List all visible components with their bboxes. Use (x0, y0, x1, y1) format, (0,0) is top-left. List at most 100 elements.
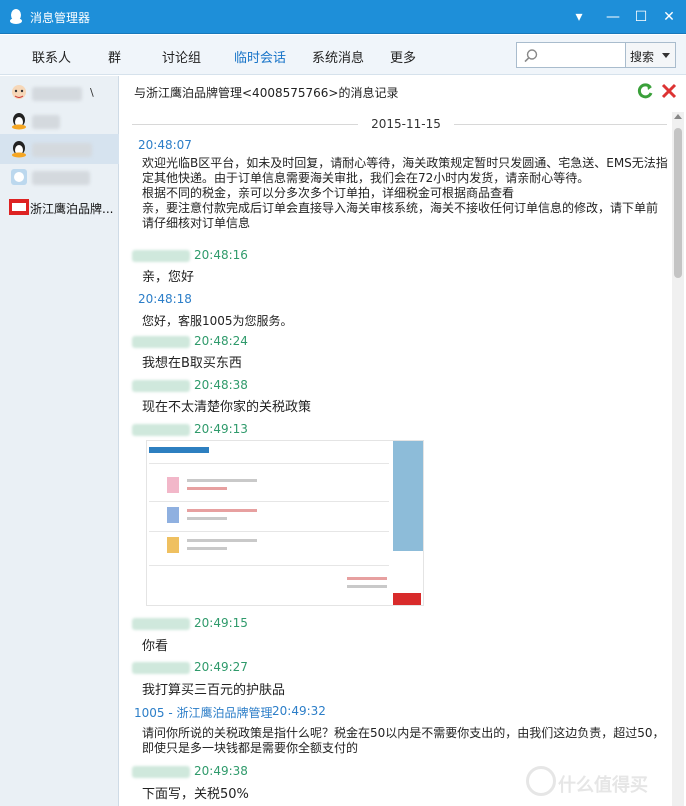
message-time: 20:48:18 (138, 292, 192, 306)
contact-item[interactable]: 浙江鹰泊品牌... (0, 192, 119, 222)
scroll-up-arrow-icon[interactable] (674, 114, 682, 119)
minimize-button[interactable]: — (602, 7, 624, 27)
message-line: 请仔细核对订单信息 (142, 216, 251, 230)
contact-list: \ 浙江鹰泊品牌... (0, 76, 119, 806)
image-row-line (149, 463, 389, 464)
message-line: 定其他快递。由于订单信息需要海关审批，我们会在72小时内发货，请亲耐心等待。 (142, 171, 590, 185)
conversation-header: 与浙江鹰泊品牌管理<4008575766>的消息记录 (134, 86, 399, 100)
qq-penguin-icon (12, 141, 26, 158)
toolbar: 联系人 群 讨论组 临时会话 系统消息 更多 搜索 (0, 35, 686, 75)
date-label: 2015-11-15 (371, 117, 441, 131)
title-bar: 消息管理器 ▾ — ☐ ✕ (0, 0, 686, 34)
product-thumb (167, 507, 179, 523)
message-time: 20:49:15 (194, 616, 248, 630)
message-line: 即使只是多一块钱都是需要你全额支付的 (142, 741, 359, 755)
product-thumb (167, 537, 179, 553)
message-body: 你看 (142, 639, 169, 654)
product-thumb (167, 477, 179, 493)
message-line: 亲，要注意付款完成后订单会直接导入海关审核系统，海关不接收任何订单信息的修改，请… (142, 201, 659, 215)
contact-name-suffix: \ (90, 86, 94, 99)
blurred-sender (132, 250, 190, 262)
message-time: 20:49:32 (272, 704, 326, 718)
message-line: 欢迎光临B区平台，如未及时回复，请耐心等待，海关政策规定暂时只发圆通、宅急送、E… (142, 156, 668, 170)
image-header-bar (149, 447, 209, 453)
blurred-sender (132, 662, 190, 674)
image-checkout-button (393, 593, 421, 605)
search-box[interactable] (516, 42, 626, 68)
watermark-logo-icon (526, 766, 556, 796)
tab-temp-sessions[interactable]: 临时会话 (234, 47, 286, 66)
maximize-button[interactable]: ☐ (630, 7, 652, 27)
product-text-line (187, 479, 257, 482)
search-icon (524, 49, 538, 63)
message-body: 请问你所说的关税政策是指什么呢？税金在50以内是不需要你支出的，由我们这边负责，… (142, 726, 665, 756)
tab-groups[interactable]: 群 (108, 47, 121, 66)
blurred-name (32, 171, 90, 185)
message-time: 20:48:38 (194, 378, 248, 392)
tab-discussion-groups[interactable]: 讨论组 (162, 47, 201, 66)
product-text-line (187, 517, 227, 520)
message-time: 20:49:27 (194, 660, 248, 674)
blurred-sender (132, 380, 190, 392)
qq-penguin-icon (12, 113, 26, 130)
product-text-line (347, 577, 387, 580)
image-row-line (149, 501, 389, 502)
message-body: 亲，您好 (142, 270, 195, 285)
image-row-line (149, 531, 389, 532)
product-text-line (347, 585, 387, 588)
image-side-panel (393, 441, 423, 551)
product-text-line (187, 487, 227, 490)
contact-item[interactable] (0, 106, 119, 136)
tab-system-messages[interactable]: 系统消息 (312, 47, 364, 66)
blurred-name (32, 115, 60, 129)
message-sender: 1005 - 浙江鹰泊品牌管理 (134, 706, 273, 720)
message-time: 20:49:13 (194, 422, 248, 436)
search-button[interactable]: 搜索 (626, 42, 676, 68)
watermark: 什么值得买 (526, 762, 686, 802)
message-body: 您好，客服1005为您服务。 (142, 314, 293, 328)
tab-contacts[interactable]: 联系人 (32, 47, 71, 66)
close-button[interactable]: ✕ (658, 7, 680, 27)
window-title: 消息管理器 (30, 11, 91, 25)
contact-item[interactable]: \ (0, 78, 119, 108)
divider (132, 124, 358, 125)
qq-penguin-icon (10, 9, 22, 24)
blurred-sender (132, 336, 190, 348)
globe-avatar-icon (11, 169, 27, 185)
message-body: 我想在B取买东西 (142, 356, 242, 371)
message-body: 下面写，关税50% (142, 787, 249, 802)
blurred-name (32, 143, 92, 157)
tab-more[interactable]: 更多 (390, 47, 416, 66)
message-time: 20:48:24 (194, 334, 248, 348)
delete-icon[interactable] (660, 82, 678, 100)
vertical-scrollbar[interactable] (672, 112, 684, 806)
message-body: 欢迎光临B区平台，如未及时回复，请耐心等待，海关政策规定暂时只发圆通、宅急送、E… (142, 156, 668, 231)
shared-cart-screenshot[interactable] (146, 440, 424, 606)
cartoon-avatar-icon (12, 85, 26, 99)
search-button-label: 搜索 (630, 50, 655, 64)
blurred-sender (132, 424, 190, 436)
message-time: 20:48:07 (138, 138, 192, 152)
search-input[interactable] (543, 46, 623, 64)
message-time: 20:49:38 (194, 764, 248, 778)
refresh-icon[interactable] (636, 82, 654, 100)
message-log-panel: 与浙江鹰泊品牌管理<4008575766>的消息记录 2015-11-15 20… (120, 76, 686, 806)
blurred-name (32, 87, 82, 101)
scrollbar-thumb[interactable] (674, 128, 682, 278)
contact-item-selected[interactable] (0, 134, 119, 164)
image-row-line (149, 565, 389, 566)
product-text-line (187, 547, 227, 550)
contact-name: 浙江鹰泊品牌... (30, 202, 114, 216)
message-body: 现在不太清楚你家的关税政策 (142, 400, 312, 415)
product-text-line (187, 539, 257, 542)
menu-dropdown-button[interactable]: ▾ (568, 7, 590, 27)
chevron-down-icon[interactable] (662, 53, 670, 58)
divider (454, 124, 667, 125)
contact-item[interactable] (0, 162, 119, 192)
product-text-line (187, 509, 257, 512)
brand-logo-icon (9, 199, 29, 215)
blurred-sender (132, 766, 190, 778)
watermark-text: 什么值得买 (558, 775, 648, 796)
message-line: 请问你所说的关税政策是指什么呢？税金在50以内是不需要你支出的，由我们这边负责，… (142, 726, 665, 740)
message-time: 20:48:16 (194, 248, 248, 262)
